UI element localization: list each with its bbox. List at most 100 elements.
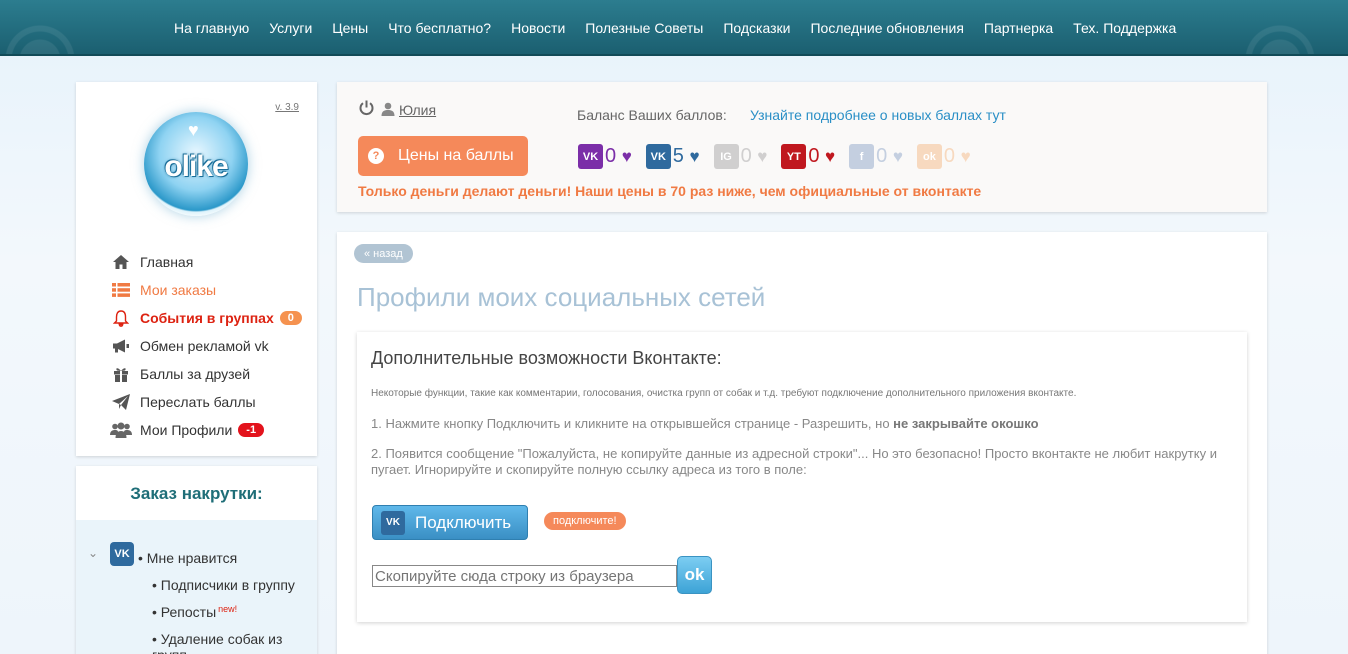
site-logo[interactable]: ♥ olike — [144, 112, 248, 216]
sidebar-item-group-events[interactable]: События в группах 0 — [110, 304, 302, 332]
points-value: 5 — [672, 145, 684, 167]
list-icon — [110, 281, 132, 299]
vk-extra-panel: Дополнительные возможности Вконтакте: Не… — [357, 332, 1247, 622]
order-list: • Мне нравится • Подписчики в группу • Р… — [138, 550, 317, 654]
main-content: « назад Профили моих социальных сетей До… — [337, 232, 1267, 654]
new-tag: new! — [218, 604, 238, 614]
question-icon: ? — [368, 148, 384, 164]
username-link[interactable]: Юлия — [399, 102, 436, 118]
instagram-icon: IG — [713, 144, 739, 169]
facebook-icon: f — [849, 144, 875, 169]
prices-button-label: Цены на баллы — [398, 147, 514, 164]
order-box: ⌄ VK • Мне нравится • Подписчики в групп… — [76, 520, 317, 654]
prices-button[interactable]: ? Цены на баллы — [358, 136, 528, 176]
connect-button[interactable]: VK Подключить — [372, 505, 528, 540]
connect-hint-badge: подключите! — [544, 512, 626, 530]
heart-icon: ♥ — [825, 146, 836, 166]
account-info-panel: Юлия Баланс Ваших баллов: Узнайте подроб… — [337, 82, 1267, 212]
odnoklassniki-icon: ok — [916, 144, 942, 169]
sidebar-item-transfer-points[interactable]: Переслать баллы — [110, 388, 302, 416]
step-2: 2. Появится сообщение "Пожалуйста, не ко… — [371, 446, 1217, 477]
logo-text: olike — [164, 150, 228, 183]
slogan-text: Только деньги делают деньги! Наши цены в… — [358, 183, 982, 199]
bell-icon — [110, 309, 132, 327]
points-instagram: IG 0 ♥ — [713, 144, 768, 169]
power-icon[interactable] — [359, 100, 374, 121]
send-icon — [110, 393, 132, 411]
chevron-down-icon[interactable]: ⌄ — [88, 546, 98, 560]
points-vk: VK 5 ♥ — [645, 144, 700, 169]
home-icon — [110, 253, 132, 271]
sidebar-item-label: Баллы за друзей — [140, 366, 251, 382]
points-youtube: YT 0 ♥ — [781, 144, 835, 169]
youtube-icon: YT — [781, 144, 807, 169]
order-item-reposts[interactable]: • Репосты new! — [138, 604, 317, 631]
points-value: 0 — [740, 145, 752, 167]
heart-icon: ♥ — [892, 146, 903, 166]
heart-icon: ♥ — [621, 146, 632, 166]
main-nav: На главную Услуги Цены Что бесплатно? Но… — [174, 20, 1196, 36]
order-item-remove-dogs[interactable]: • Удаление собак из групп — [138, 631, 317, 654]
sidebar-item-label: Переслать баллы — [140, 394, 256, 410]
points-value: 0 — [605, 145, 617, 167]
users-icon — [110, 421, 132, 439]
sidebar-item-friend-points[interactable]: Баллы за друзей — [110, 360, 302, 388]
sidebar-item-label: События в группах — [140, 310, 274, 326]
sidebar-item-ad-exchange[interactable]: Обмен рекламой vk — [110, 332, 302, 360]
points-value: 0 — [876, 145, 888, 167]
nav-tips[interactable]: Полезные Советы — [585, 20, 703, 36]
sidebar-menu: Главная Мои заказы События в группах 0 О… — [110, 248, 302, 444]
sidebar-item-label: Мои заказы — [140, 282, 217, 298]
order-item-likes[interactable]: • Мне нравится — [138, 550, 317, 577]
sidebar-item-label: Главная — [140, 254, 194, 270]
points-odnoklassniki: ok 0 ♥ — [916, 144, 971, 169]
sidebar-item-orders[interactable]: Мои заказы — [110, 276, 302, 304]
nav-free[interactable]: Что бесплатно? — [388, 20, 491, 36]
balance-label: Баланс Ваших баллов: — [577, 107, 727, 123]
heart-icon: ♥ — [757, 146, 768, 166]
points-facebook: f 0 ♥ — [849, 144, 903, 169]
connect-button-label: Подключить — [415, 512, 512, 532]
back-button[interactable]: « назад — [354, 244, 413, 263]
order-panel: Заказ накрутки: ⌄ VK • Мне нравится • По… — [76, 466, 317, 654]
step-1-bold: не закрывайте окошко — [893, 416, 1039, 431]
vk-vip-icon: VK — [578, 144, 603, 169]
nav-updates[interactable]: Последние обновления — [810, 20, 963, 36]
sidebar-item-label: Обмен рекламой vk — [140, 338, 269, 354]
vk-icon: VK — [110, 542, 134, 566]
sidebar-item-profiles[interactable]: Мои Профили -1 — [110, 416, 302, 444]
balance-info-link[interactable]: Узнайте подробнее о новых баллах тут — [750, 107, 1006, 123]
url-input[interactable] — [372, 565, 677, 587]
points-value: 0 — [943, 145, 956, 167]
info-note: Некоторые функции, такие как комментарии… — [371, 388, 1077, 399]
nav-news[interactable]: Новости — [511, 20, 565, 36]
nav-home[interactable]: На главную — [174, 20, 249, 36]
sidebar-item-label: Мои Профили — [140, 422, 233, 438]
nav-partner[interactable]: Партнерка — [984, 20, 1053, 36]
section-title: Дополнительные возможности Вконтакте: — [371, 348, 722, 368]
vk-icon: VK — [381, 510, 405, 535]
nav-services[interactable]: Услуги — [269, 20, 312, 36]
points-vk-vip: VK 0 ♥ — [578, 144, 632, 169]
vk-icon: VK — [645, 144, 671, 169]
top-navbar: На главную Услуги Цены Что бесплатно? Но… — [0, 0, 1348, 56]
step-1: 1. Нажмите кнопку Подключить и кликните … — [371, 416, 1039, 431]
version-link[interactable]: v. 3.9 — [275, 102, 299, 113]
profiles-count-badge: -1 — [238, 423, 265, 437]
megaphone-icon — [110, 337, 132, 355]
points-balance: VK 0 ♥ VK 5 ♥ IG 0 ♥ YT 0 ♥ f 0 ♥ ok 0 ♥ — [578, 144, 985, 169]
nav-support[interactable]: Тех. Поддержка — [1073, 20, 1176, 36]
user-icon — [381, 102, 395, 119]
nav-hints[interactable]: Подсказки — [723, 20, 790, 36]
points-value: 0 — [808, 145, 820, 167]
heart-icon: ♥ — [689, 146, 700, 166]
heart-icon: ♥ — [188, 120, 199, 140]
ok-button[interactable]: ok — [677, 556, 712, 594]
gift-icon — [110, 365, 132, 383]
nav-prices[interactable]: Цены — [332, 20, 368, 36]
order-item-subscribers[interactable]: • Подписчики в группу — [138, 577, 317, 604]
heart-icon: ♥ — [960, 146, 971, 166]
sidebar: v. 3.9 ♥ olike Главная Мои заказы Событи… — [76, 82, 317, 456]
sidebar-item-home[interactable]: Главная — [110, 248, 302, 276]
events-count-badge: 0 — [279, 311, 302, 325]
